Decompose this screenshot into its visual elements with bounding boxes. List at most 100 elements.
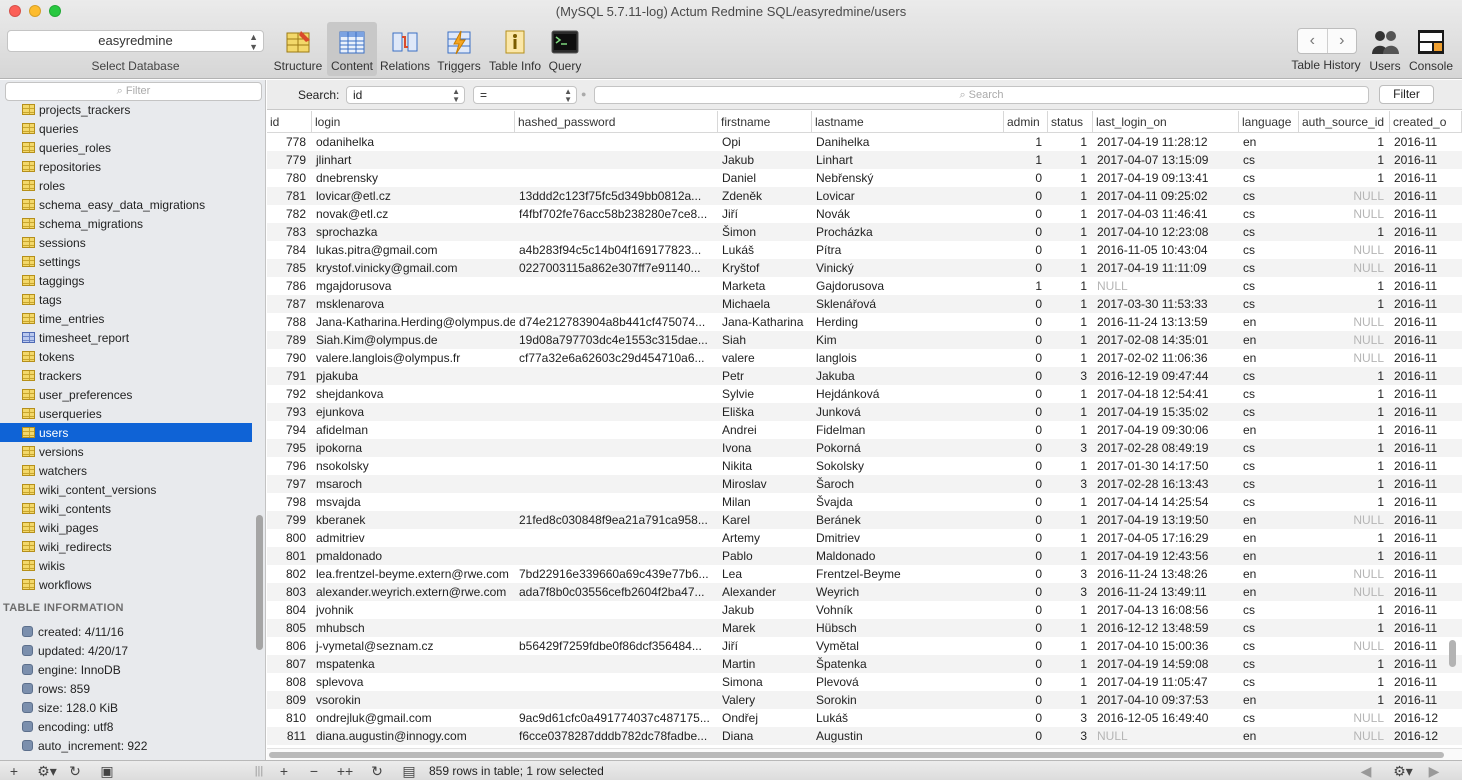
cell-hashed-password[interactable] — [515, 295, 718, 313]
cell-hashed-password[interactable] — [515, 475, 718, 493]
cell-firstname[interactable]: Valery — [718, 691, 812, 709]
cell-admin[interactable]: 1 — [1004, 151, 1048, 169]
cell-auth-source-id[interactable]: 1 — [1299, 619, 1390, 637]
cell-lastname[interactable]: Nebřenský — [812, 169, 1004, 187]
cell-auth-source-id[interactable]: NULL — [1299, 241, 1390, 259]
cell-last-login-on[interactable]: 2017-01-30 14:17:50 — [1093, 457, 1239, 475]
cell-language[interactable]: cs — [1239, 187, 1299, 205]
cell-admin[interactable]: 0 — [1004, 673, 1048, 691]
cell-hashed-password[interactable] — [515, 403, 718, 421]
cell-status[interactable]: 1 — [1048, 277, 1093, 295]
cell-created-o[interactable]: 2016-11 — [1390, 205, 1462, 223]
cell-language[interactable]: en — [1239, 331, 1299, 349]
cell-hashed-password[interactable] — [515, 151, 718, 169]
cell-lastname[interactable]: Hejdánková — [812, 385, 1004, 403]
cell-auth-source-id[interactable]: 1 — [1299, 439, 1390, 457]
cell-firstname[interactable]: Siah — [718, 331, 812, 349]
refresh-tables-button[interactable]: ↻ — [64, 762, 86, 780]
cell-status[interactable]: 3 — [1048, 583, 1093, 601]
cell-created-o[interactable]: 2016-11 — [1390, 367, 1462, 385]
sidebar-item-schema-migrations[interactable]: schema_migrations — [0, 214, 252, 233]
sidebar-item-taggings[interactable]: taggings — [0, 271, 252, 290]
column-header-firstname[interactable]: firstname — [718, 111, 812, 133]
cell-admin[interactable]: 1 — [1004, 133, 1048, 151]
table-row[interactable]: 784 lukas.pitra@gmail.com a4b283f94c5c14b0… — [267, 241, 1462, 259]
cell-lastname[interactable]: Danihelka — [812, 133, 1004, 151]
cell-last-login-on[interactable]: 2017-04-18 12:54:41 — [1093, 385, 1239, 403]
cell-language[interactable]: cs — [1239, 439, 1299, 457]
sidebar-item-wiki-contents[interactable]: wiki_contents — [0, 499, 252, 518]
cell-admin[interactable]: 0 — [1004, 709, 1048, 727]
cell-language[interactable]: cs — [1239, 403, 1299, 421]
sidebar-item-queries-roles[interactable]: queries_roles — [0, 138, 252, 157]
cell-language[interactable]: en — [1239, 565, 1299, 583]
cell-auth-source-id[interactable]: 1 — [1299, 457, 1390, 475]
cell-status[interactable]: 1 — [1048, 493, 1093, 511]
cell-firstname[interactable]: Jiří — [718, 205, 812, 223]
cell-status[interactable]: 1 — [1048, 241, 1093, 259]
cell-status[interactable]: 1 — [1048, 421, 1093, 439]
column-header-status[interactable]: status — [1048, 111, 1093, 133]
cell-status[interactable]: 3 — [1048, 565, 1093, 583]
cell-status[interactable]: 1 — [1048, 655, 1093, 673]
cell-auth-source-id[interactable]: NULL — [1299, 331, 1390, 349]
cell-login[interactable]: lukas.pitra@gmail.com — [312, 241, 515, 259]
column-header-auth-source-id[interactable]: auth_source_id — [1299, 111, 1390, 133]
cell-admin[interactable]: 0 — [1004, 619, 1048, 637]
cell-auth-source-id[interactable]: 1 — [1299, 601, 1390, 619]
cell-admin[interactable]: 0 — [1004, 259, 1048, 277]
cell-created-o[interactable]: 2016-12 — [1390, 727, 1462, 745]
cell-last-login-on[interactable]: 2017-04-07 13:15:09 — [1093, 151, 1239, 169]
cell-created-o[interactable]: 2016-11 — [1390, 151, 1462, 169]
cell-lastname[interactable]: Švajda — [812, 493, 1004, 511]
table-row[interactable]: 782 novak@etl.cz f4fbf702fe76acc58b238280e… — [267, 205, 1462, 223]
cell-login[interactable]: mgajdorusova — [312, 277, 515, 295]
delete-row-button[interactable]: − — [304, 762, 324, 780]
console-button[interactable]: Console — [1408, 22, 1454, 76]
cell-lastname[interactable]: Pokorná — [812, 439, 1004, 457]
cell-status[interactable]: 1 — [1048, 223, 1093, 241]
cell-id[interactable]: 802 — [267, 565, 312, 583]
cell-id[interactable]: 791 — [267, 367, 312, 385]
table-row[interactable]: 780 dnebrensky Daniel Nebřenský 0 1 2017-04-19… — [267, 169, 1462, 187]
cell-firstname[interactable]: Jakub — [718, 601, 812, 619]
cell-lastname[interactable]: Hübsch — [812, 619, 1004, 637]
cell-language[interactable]: cs — [1239, 619, 1299, 637]
previous-page-button[interactable]: ◀ — [1356, 762, 1376, 780]
sidebar-item-wiki-content-versions[interactable]: wiki_content_versions — [0, 480, 252, 499]
cell-auth-source-id[interactable]: 1 — [1299, 655, 1390, 673]
cell-hashed-password[interactable] — [515, 421, 718, 439]
cell-language[interactable]: cs — [1239, 601, 1299, 619]
cell-admin[interactable]: 0 — [1004, 223, 1048, 241]
database-select[interactable]: easyredmine ▲ ▼ — [7, 30, 264, 52]
table-row[interactable]: 808 splevova Simona Plevová 0 1 2017-04-19 11:… — [267, 673, 1462, 691]
cell-id[interactable]: 799 — [267, 511, 312, 529]
cell-id[interactable]: 784 — [267, 241, 312, 259]
cell-id[interactable]: 778 — [267, 133, 312, 151]
sidebar-item-roles[interactable]: roles — [0, 176, 252, 195]
sidebar-item-user-preferences[interactable]: user_preferences — [0, 385, 252, 404]
cell-status[interactable]: 1 — [1048, 637, 1093, 655]
cell-lastname[interactable]: Vinický — [812, 259, 1004, 277]
cell-login[interactable]: lea.frentzel-beyme.extern@rwe.com — [312, 565, 515, 583]
table-row[interactable]: 797 msaroch Miroslav Šaroch 0 3 2017-02-28 16:… — [267, 475, 1462, 493]
cell-id[interactable]: 798 — [267, 493, 312, 511]
cell-firstname[interactable]: Petr — [718, 367, 812, 385]
cell-firstname[interactable]: Miroslav — [718, 475, 812, 493]
cell-status[interactable]: 1 — [1048, 529, 1093, 547]
cell-last-login-on[interactable]: 2017-04-19 11:28:12 — [1093, 133, 1239, 151]
cell-status[interactable]: 1 — [1048, 205, 1093, 223]
cell-hashed-password[interactable]: 13ddd2c123f75fc5d349bb0812a... — [515, 187, 718, 205]
cell-status[interactable]: 1 — [1048, 385, 1093, 403]
cell-admin[interactable]: 0 — [1004, 295, 1048, 313]
cell-last-login-on[interactable]: NULL — [1093, 727, 1239, 745]
sidebar-item-wikis[interactable]: wikis — [0, 556, 252, 575]
cell-language[interactable]: en — [1239, 313, 1299, 331]
cell-login[interactable]: Siah.Kim@olympus.de — [312, 331, 515, 349]
cell-language[interactable]: cs — [1239, 241, 1299, 259]
table-row[interactable]: 803 alexander.weyrich.extern@rwe.com ada7f… — [267, 583, 1462, 601]
table-row[interactable]: 778 odanihelka Opi Danihelka 1 1 2017-04-19 11… — [267, 133, 1462, 151]
cell-hashed-password[interactable]: 21fed8c030848f9ea21a791ca958... — [515, 511, 718, 529]
cell-lastname[interactable]: Novák — [812, 205, 1004, 223]
cell-last-login-on[interactable]: 2017-04-14 14:25:54 — [1093, 493, 1239, 511]
